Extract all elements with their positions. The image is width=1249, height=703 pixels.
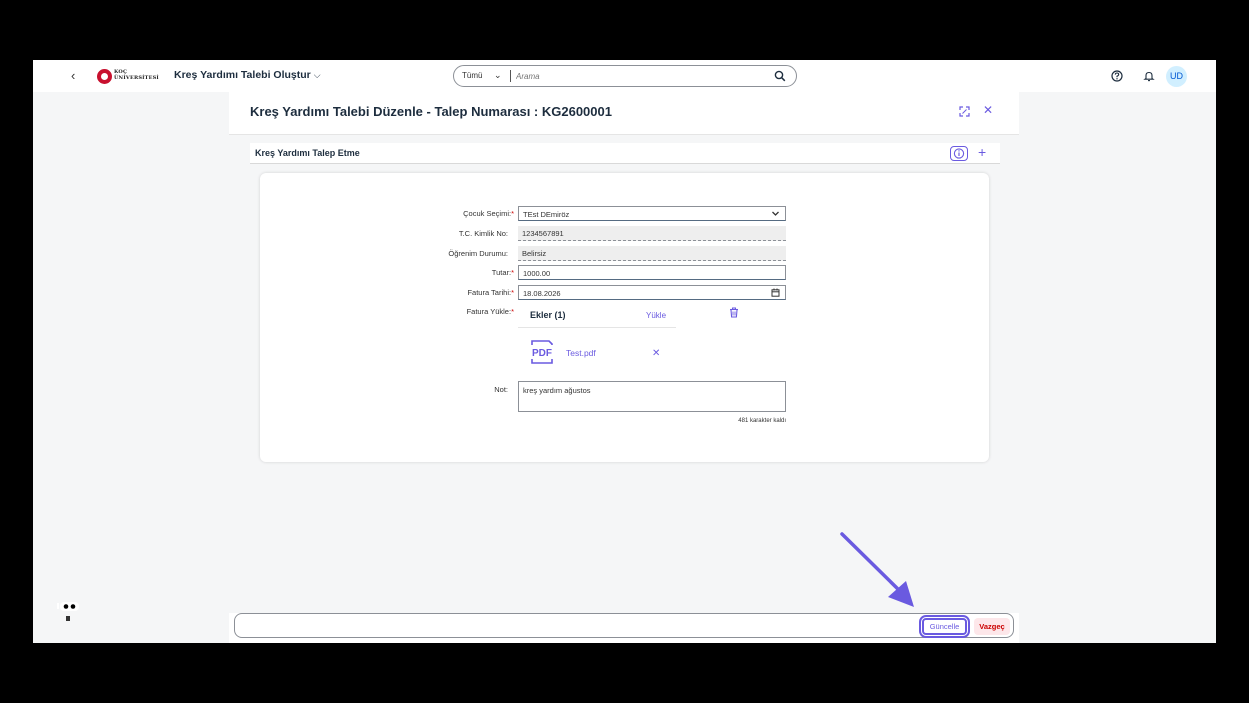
required-mark: *: [511, 268, 514, 277]
education-value: Belirsiz: [518, 246, 786, 261]
page-title: Kreş Yardımı Talebi Düzenle - Talep Numa…: [250, 104, 612, 119]
dialog-page: Kreş Yardımı Talebi Düzenle - Talep Numa…: [229, 92, 1019, 643]
chevron-down-icon: [772, 211, 779, 216]
child-label: Çocuk Seçimi:*: [463, 209, 514, 218]
section-title: Kreş Yardımı Talep Etme: [255, 148, 360, 158]
calendar-icon[interactable]: [771, 288, 780, 297]
chevron-down-icon[interactable]: ⌄: [494, 70, 502, 81]
child-select[interactable]: TEst DEmiröz: [518, 206, 786, 221]
search-divider: [510, 70, 511, 82]
note-label: Not:: [494, 385, 508, 394]
section-header: Kreş Yardımı Talep Etme +: [250, 143, 1000, 164]
invoice-date-label: Fatura Tarihi:*: [467, 288, 514, 297]
tc-value: 1234567891: [518, 226, 786, 241]
search-icon[interactable]: [774, 70, 786, 82]
svg-text:PDF: PDF: [532, 348, 552, 359]
pdf-file-icon: PDF: [531, 340, 553, 364]
help-icon[interactable]: [1111, 70, 1123, 82]
app-title: Kreş Yardımı Talebi Oluştur: [174, 69, 311, 81]
app-title-menu[interactable]: Kreş Yardımı Talebi Oluştur ⌵: [174, 69, 321, 81]
assistant-bot-icon[interactable]: [56, 601, 80, 623]
trash-icon[interactable]: [729, 307, 739, 318]
footer-toolbar: Güncelle Vazgeç: [234, 613, 1014, 638]
required-mark: *: [511, 307, 514, 316]
fullscreen-icon[interactable]: [959, 106, 970, 117]
logo-mark-icon: [97, 69, 112, 84]
character-counter: 481 karakter kaldı: [738, 418, 786, 424]
update-button[interactable]: Güncelle: [919, 615, 970, 638]
cancel-button[interactable]: Vazgeç: [974, 618, 1010, 635]
shell-bar: ‹ KOÇ ÜNİVERSİTESİ Kreş Yardımı Talebi O…: [33, 60, 1216, 92]
search-bar: Tümü ⌄: [453, 65, 797, 87]
required-mark: *: [511, 209, 514, 218]
education-label: Öğrenim Durumu:: [448, 249, 508, 258]
close-icon[interactable]: ✕: [983, 103, 993, 117]
invoice-upload-label: Fatura Yükle:*: [466, 307, 514, 316]
tc-label: T.C. Kimlik No:: [458, 229, 508, 238]
amount-input[interactable]: 1000.00: [518, 265, 786, 280]
search-scope-select[interactable]: Tümü: [462, 71, 482, 80]
add-icon[interactable]: +: [978, 144, 986, 160]
back-button[interactable]: ‹: [71, 68, 75, 83]
invoice-date-picker[interactable]: 18.08.2026: [518, 285, 786, 300]
required-mark: *: [511, 288, 514, 297]
app-window: ‹ KOÇ ÜNİVERSİTESİ Kreş Yardımı Talebi O…: [33, 60, 1216, 643]
form-card: Çocuk Seçimi:* TEst DEmiröz T.C. Kimlik …: [260, 173, 989, 462]
company-logo[interactable]: KOÇ ÜNİVERSİTESİ: [97, 69, 159, 84]
amount-label: Tutar:*: [491, 268, 514, 277]
attachment-file-link[interactable]: Test.pdf: [566, 348, 596, 358]
note-textarea[interactable]: kreş yardım ağustos: [518, 381, 786, 412]
remove-attachment-icon[interactable]: ✕: [652, 348, 660, 359]
logo-line-2: ÜNİVERSİTESİ: [114, 75, 159, 81]
chevron-down-icon: ⌵: [313, 70, 321, 80]
search-input[interactable]: [516, 70, 756, 83]
attachments-title: Ekler (1): [530, 310, 566, 320]
notification-bell-icon[interactable]: [1143, 70, 1155, 82]
attachments-divider: [518, 327, 676, 328]
info-button[interactable]: [950, 146, 968, 161]
upload-link[interactable]: Yükle: [646, 311, 666, 320]
user-avatar[interactable]: UD: [1166, 66, 1187, 87]
info-icon: [953, 148, 965, 159]
